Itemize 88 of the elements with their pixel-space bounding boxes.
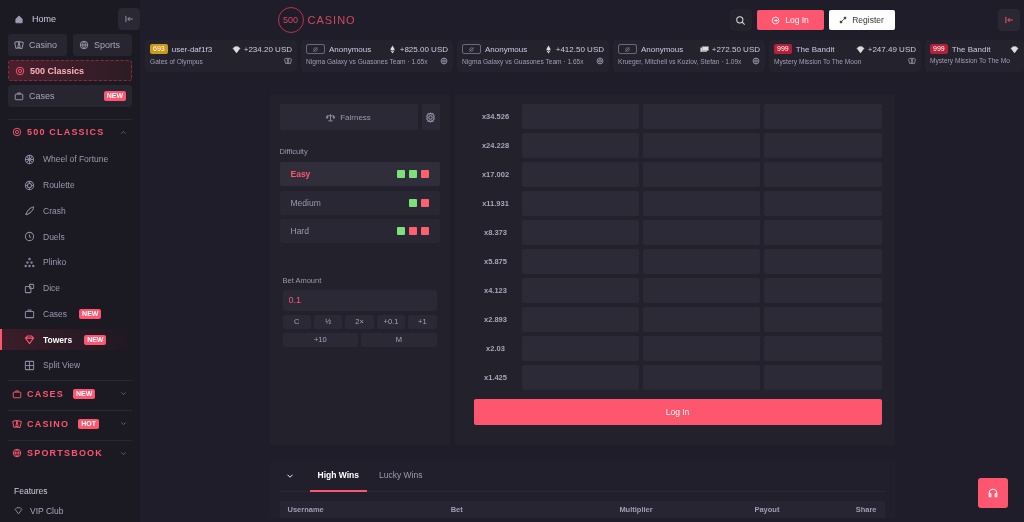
eye-off-icon — [624, 45, 631, 53]
support-button[interactable] — [978, 478, 1008, 508]
win-amount: +825.00 USD — [399, 44, 448, 54]
wheel-icon — [24, 154, 35, 165]
ball-icon — [440, 57, 448, 65]
category-button[interactable]: Sports — [73, 34, 132, 56]
game-link[interactable]: Plinko — [0, 251, 140, 274]
search-icon — [735, 14, 746, 26]
safe-square — [408, 170, 417, 178]
roulette-icon — [24, 179, 35, 191]
feature-link[interactable]: VIP Club — [8, 499, 132, 522]
scale-icon — [326, 112, 336, 122]
win-amount: +272.50 USD — [711, 44, 760, 54]
game-link[interactable]: Dice — [0, 277, 140, 299]
username: Anonymous — [485, 44, 528, 54]
username: Anonymous — [329, 44, 372, 54]
collapse-icon — [1004, 15, 1014, 25]
safe-square — [396, 227, 405, 235]
wins-tab[interactable]: High Wins — [309, 459, 367, 492]
diamond-icon — [14, 506, 23, 516]
house-icon — [14, 14, 24, 24]
home-link[interactable]: Home — [8, 10, 112, 28]
diamond-icon — [855, 44, 865, 54]
win-amount: +234.20 USD — [243, 44, 292, 54]
cash-stack-icon — [699, 44, 709, 54]
dots-triangle-icon — [24, 256, 35, 268]
diamond-icon — [24, 334, 35, 345]
game-link[interactable]: Wheel of Fortune — [0, 148, 140, 171]
register-button[interactable]: Register — [828, 10, 895, 30]
cards-icon — [908, 57, 916, 65]
clock-circle-icon — [24, 231, 35, 243]
ball-icon — [79, 40, 89, 50]
section-header[interactable]: SPORTSBOOK — [8, 440, 132, 466]
split-view-icon — [24, 359, 35, 371]
classics-button[interactable]: 500 Classics — [8, 60, 132, 82]
search-button[interactable] — [729, 9, 752, 31]
game-link[interactable]: Split View — [0, 354, 140, 377]
briefcase-icon — [12, 388, 22, 399]
dice-icon — [24, 282, 35, 294]
ball-icon — [596, 57, 604, 65]
chip-icon — [12, 127, 22, 138]
win-amount: +247.49 USD — [867, 44, 916, 54]
cards-icon — [14, 40, 24, 50]
diamond-icon — [1010, 44, 1019, 54]
ball-icon — [12, 448, 22, 459]
mine-square — [420, 227, 429, 235]
fairness-button[interactable]: Fairness — [279, 104, 418, 130]
username: The Bandit — [795, 44, 835, 54]
collapse-chat-button[interactable] — [998, 9, 1020, 31]
ball-icon — [752, 57, 760, 65]
username: Anonymous — [641, 44, 684, 54]
game-link[interactable]: Duels — [0, 225, 140, 248]
mine-square — [408, 227, 417, 235]
briefcase-icon — [24, 308, 35, 320]
settings-icon — [425, 111, 436, 123]
difficulty-option[interactable]: Easy — [279, 162, 440, 186]
collapse-icon — [124, 14, 134, 24]
username: user-daf1f3 — [171, 44, 213, 54]
difficulty-option[interactable]: Hard — [279, 219, 440, 243]
game-link[interactable]: Crash — [0, 200, 140, 222]
collapse-sidebar-button[interactable] — [118, 8, 140, 30]
eye-off-icon — [468, 45, 475, 53]
ethereum-icon — [543, 44, 553, 54]
game-link[interactable]: Roulette — [0, 174, 140, 197]
diamond-icon — [231, 44, 241, 54]
category-button[interactable]: Casino — [8, 34, 67, 56]
eye-off-icon — [312, 45, 319, 53]
mine-square — [420, 170, 429, 178]
chip-icon — [15, 65, 25, 76]
headset-icon — [987, 487, 999, 499]
username: The Bandit — [951, 44, 991, 54]
bet-amount-field[interactable]: 0.1 — [282, 289, 437, 311]
safe-square — [408, 198, 417, 207]
settings-button[interactable] — [421, 104, 440, 130]
chevron-down-icon — [119, 419, 128, 428]
wins-tab[interactable]: Lucky Wins — [371, 459, 431, 492]
features-heading: Features — [13, 485, 49, 496]
logo[interactable]: 500 CASINO — [277, 7, 356, 33]
win-amount: +412.50 USD — [555, 44, 604, 54]
briefcase-icon — [14, 91, 24, 102]
difficulty-option[interactable]: Medium — [279, 190, 440, 215]
ethereum-icon — [387, 44, 397, 54]
mine-square — [420, 198, 429, 207]
cards-icon — [284, 57, 292, 65]
login-icon — [771, 15, 781, 25]
cards-icon — [12, 418, 22, 429]
safe-square — [396, 170, 405, 178]
section-header[interactable]: 500 CLASSICS — [8, 118, 132, 145]
